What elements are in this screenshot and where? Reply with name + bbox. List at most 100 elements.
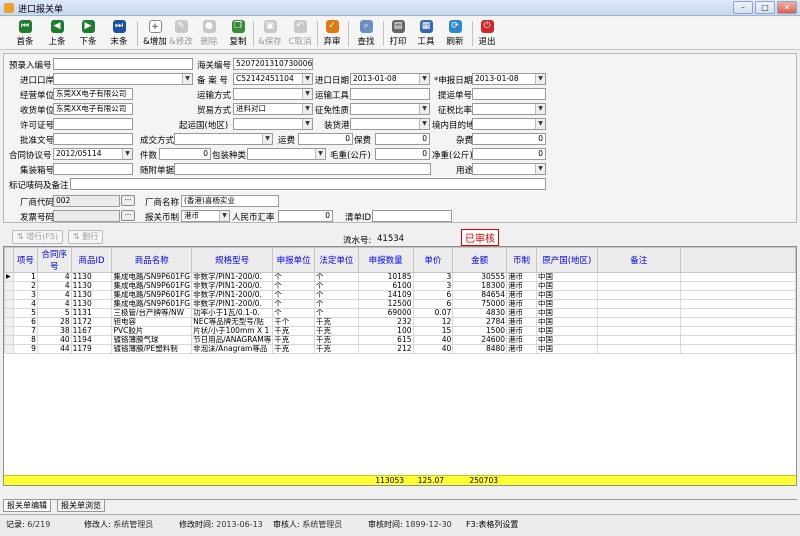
freight-input[interactable]: 0	[298, 133, 353, 145]
consignee-input[interactable]: 东莞XX电子有限公司	[53, 103, 133, 115]
table-cell[interactable]: 69000	[357, 308, 414, 318]
invoice-input[interactable]	[53, 210, 120, 222]
table-cell[interactable]: 4	[36, 290, 72, 300]
table-cell[interactable]: 个	[313, 308, 359, 318]
chevron-down-icon[interactable]: ▼	[219, 211, 229, 221]
add-button[interactable]: + &增加	[141, 19, 169, 48]
table-cell[interactable]: 非数字/PIN1-200/0.	[191, 281, 274, 291]
exit-button[interactable]: ⏻ 退出	[476, 19, 498, 48]
table-cell[interactable]: 非数字/PIN1-200/0.	[191, 299, 274, 309]
table-cell[interactable]: 6	[412, 299, 454, 309]
invoice-lookup-button[interactable]: ···	[121, 210, 135, 221]
table-cell[interactable]: 非泡沫/Anagram等品	[191, 344, 274, 354]
table-cell[interactable]: 个	[272, 281, 315, 291]
table-cell[interactable]: 镀铬薄膜气球	[111, 335, 193, 345]
table-cell[interactable]: 钽电容	[111, 317, 193, 327]
table-cell[interactable]: 6	[412, 290, 454, 300]
docs-input[interactable]	[174, 163, 431, 175]
table-cell[interactable]: 4830	[452, 308, 508, 318]
table-cell[interactable]: 节日用品/ANAGRAM等	[191, 335, 274, 345]
table-cell[interactable]: 1131	[70, 308, 113, 318]
chevron-down-icon[interactable]: ▼	[535, 119, 545, 129]
chevron-down-icon[interactable]: ▼	[302, 104, 312, 114]
table-cell[interactable]: 1130	[70, 281, 113, 291]
table-row[interactable]: 7 38 1167 PVC胶片 片状/小于100mm X 1 千克 千克 100 15 1500 港…	[4, 326, 796, 336]
col-header[interactable]: 规格型号	[191, 247, 274, 273]
misc-input[interactable]: 0	[472, 133, 546, 145]
table-cell[interactable]: 港币	[506, 335, 537, 345]
chevron-down-icon[interactable]: ▼	[315, 149, 325, 159]
col-header[interactable]: 单价	[412, 247, 454, 273]
table-cell[interactable]: 212	[357, 344, 414, 354]
col-header[interactable]: 商品名称	[111, 247, 193, 273]
table-cell[interactable]: PVC胶片	[111, 326, 193, 336]
table-row[interactable]: 9 44 1179 镀铬薄膜/PE塑料制 非泡沫/Anagram等品 千克 千克 212 40 8…	[4, 344, 796, 354]
table-cell[interactable]: 个	[313, 299, 359, 309]
table-cell[interactable]: 中国	[535, 335, 598, 345]
row-indicator[interactable]	[4, 290, 14, 300]
row-indicator[interactable]	[4, 335, 14, 345]
table-cell[interactable]: 港币	[506, 344, 537, 354]
table-cell[interactable]: 港币	[506, 272, 537, 282]
table-cell[interactable]	[596, 344, 681, 354]
col-header[interactable]: 金额	[452, 247, 508, 273]
chevron-down-icon[interactable]: ▼	[302, 119, 312, 129]
table-cell[interactable]: 1167	[70, 326, 113, 336]
table-cell[interactable]: 40	[36, 335, 72, 345]
table-cell[interactable]: 中国	[535, 326, 598, 336]
table-row[interactable]: 4 4 1130 集成电路/SN9P601FG 非数字/PIN1-200/0. 个个 125…	[4, 299, 796, 309]
table-cell[interactable]: 4	[36, 272, 72, 282]
package-select[interactable]: ▼	[247, 148, 326, 160]
last-record-button[interactable]: ⏭ 末条	[106, 19, 132, 48]
table-cell[interactable]: 44	[36, 344, 72, 354]
table-cell[interactable]: 个	[313, 290, 359, 300]
chevron-down-icon[interactable]: ▼	[535, 164, 545, 174]
table-cell[interactable]: NEC等品牌无型号/贴	[191, 317, 274, 327]
table-cell[interactable]: 千克	[272, 326, 315, 336]
table-cell[interactable]: 84654	[452, 290, 508, 300]
abandon-audit-button[interactable]: ✓ 弃审	[320, 19, 344, 48]
table-cell[interactable]	[596, 317, 681, 327]
chevron-down-icon[interactable]: ▼	[302, 74, 312, 84]
table-cell[interactable]: 个	[272, 290, 315, 300]
table-cell[interactable]: 个	[272, 272, 315, 282]
deal-mode-select[interactable]: ▼	[174, 133, 273, 145]
table-cell[interactable]	[596, 326, 681, 336]
chevron-down-icon[interactable]: ▼	[262, 134, 272, 144]
table-row[interactable]: 2 4 1130 集成电路/SN9P601FG 非数字/PIN1-200/0. 个个 610…	[4, 281, 796, 291]
table-row[interactable]: 5 5 1131 三极管/台产牌等/NW 功率小于1瓦/0.1-0. 个个 69000 0.0…	[4, 308, 796, 318]
container-input[interactable]	[53, 163, 133, 175]
customs-no-input[interactable]: 520720131073000671	[233, 58, 313, 70]
table-cell[interactable]: 个	[313, 281, 359, 291]
import-date-picker[interactable]: 2013-01-08 ▼	[350, 73, 430, 85]
chevron-down-icon[interactable]: ▼	[419, 104, 429, 114]
row-indicator[interactable]	[4, 299, 14, 309]
table-cell[interactable]: 中国	[535, 344, 598, 354]
cancel-button[interactable]: ↶ C取消	[286, 19, 314, 48]
table-cell[interactable]: 千克	[272, 335, 315, 345]
table-cell[interactable]: 3	[412, 281, 454, 291]
tax-rate-select[interactable]: ▼	[472, 103, 546, 115]
table-cell[interactable]: 5	[36, 308, 72, 318]
minimize-button[interactable]: –	[733, 1, 753, 14]
exemption-select[interactable]: ▼	[350, 103, 430, 115]
table-cell[interactable]: 1	[12, 272, 38, 282]
gross-input[interactable]: 0	[375, 148, 430, 160]
rmb-rate-input[interactable]: 0	[278, 210, 333, 222]
transport-tool-input[interactable]	[350, 88, 430, 100]
table-cell[interactable]: 中国	[535, 299, 598, 309]
table-cell[interactable]: 千克	[272, 344, 315, 354]
license-input[interactable]	[53, 118, 133, 130]
table-cell[interactable]: 港币	[506, 308, 537, 318]
table-cell[interactable]: 1130	[70, 272, 113, 282]
table-cell[interactable]: 18300	[452, 281, 508, 291]
table-cell[interactable]: 3	[12, 290, 38, 300]
vendor-code-input[interactable]: 002	[53, 195, 120, 207]
table-cell[interactable]: 4	[36, 281, 72, 291]
table-cell[interactable]: 40	[412, 335, 454, 345]
table-cell[interactable]: 10185	[357, 272, 414, 282]
close-window-button[interactable]: ✕	[777, 1, 797, 14]
table-cell[interactable]: 中国	[535, 317, 598, 327]
table-cell[interactable]: 个	[313, 272, 359, 282]
table-cell[interactable]: 港币	[506, 290, 537, 300]
